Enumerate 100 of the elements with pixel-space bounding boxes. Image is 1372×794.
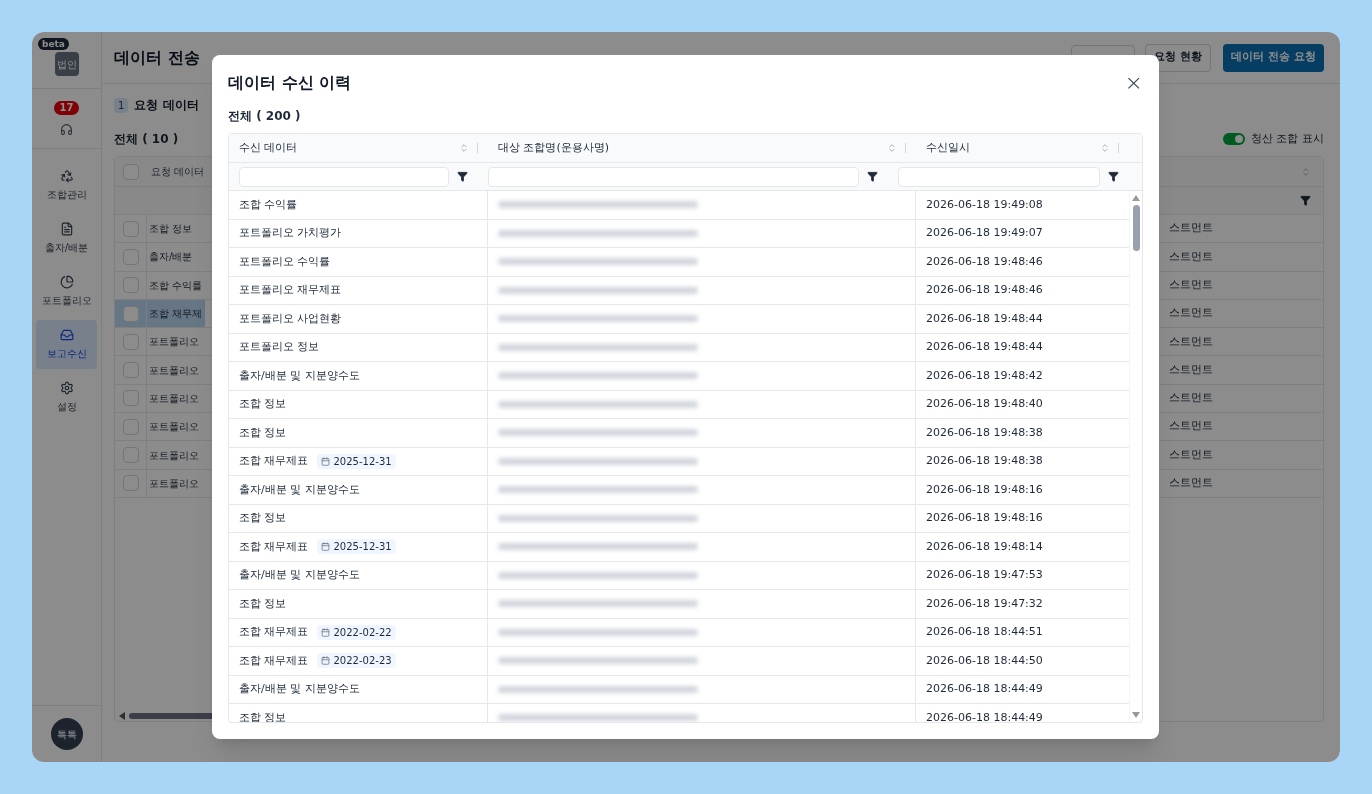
table-cell: 조합 재무제표	[239, 538, 309, 555]
filter-icon[interactable]	[1108, 171, 1119, 182]
table-cell: 스트먼트	[1169, 390, 1213, 407]
step-number: 1	[114, 97, 129, 113]
sidebar-item[interactable]: 설정	[36, 373, 97, 422]
table-cell: 2026-06-18 19:48:42	[926, 367, 1043, 384]
table-cell-text: 스트먼트	[1169, 277, 1213, 293]
checkbox[interactable]	[122, 390, 139, 407]
table-cell-text: 포트폴리오	[149, 391, 199, 406]
checkbox[interactable]	[122, 305, 139, 322]
table-cell: 스트먼트	[1169, 220, 1213, 237]
total-count: 전체 ( 200 )	[228, 108, 302, 125]
headset-icon[interactable]	[60, 123, 73, 136]
table-cell: 2026-06-18 19:47:32	[926, 595, 1043, 612]
table-cell-text: 출자/배분	[149, 250, 193, 265]
calendar-icon	[320, 456, 330, 466]
close-button[interactable]: ×	[1124, 72, 1143, 94]
checkbox[interactable]	[122, 277, 139, 294]
checkbox[interactable]	[122, 362, 139, 379]
scroll-down-icon[interactable]	[1132, 712, 1140, 718]
filter-field[interactable]	[487, 166, 859, 187]
checkbox[interactable]	[122, 447, 139, 463]
table-cell: 포트폴리오 사업현황	[239, 310, 342, 327]
calendar-icon	[320, 542, 330, 552]
checkbox[interactable]	[122, 248, 139, 265]
table-cell-text: 스트먼트	[1169, 248, 1213, 265]
table-cell-text: 포트폴리오	[149, 448, 199, 463]
table-cell: 2026-06-18 19:48:44	[926, 310, 1043, 327]
table-cell-text: 2026-06-18 19:48:38	[926, 453, 1043, 469]
date-tag: 2025-12-31	[316, 453, 396, 469]
filter-icon[interactable]	[867, 171, 878, 182]
table-cell-text: 포트폴리오 재무제표	[239, 282, 342, 298]
table-cell-text: 포트폴리오	[149, 476, 199, 491]
table-cell: 스트먼트	[1169, 305, 1213, 322]
table-cell: 출자/배분 및 지분양수도	[239, 481, 360, 498]
table-cell-text: 포트폴리오	[149, 420, 199, 435]
scroll-up-icon[interactable]	[1132, 195, 1140, 201]
table-cell-text: 스트먼트	[1169, 333, 1213, 350]
table-cell-text: 포트폴리오 가치평가	[239, 225, 342, 241]
table-cell: 조합 정보	[239, 709, 287, 722]
table-cell-text: 2026-06-18 18:44:51	[926, 624, 1043, 640]
table-cell-text: 조합 정보	[239, 396, 287, 412]
table-cell-text: 조합 수익률	[149, 278, 203, 293]
table-cell-text: 조합 정보	[239, 510, 287, 526]
checkbox[interactable]	[122, 418, 139, 435]
column-header: 수신 데이터	[239, 139, 298, 156]
table-cell-text: 스트먼트	[1169, 446, 1213, 463]
table-cell-text: 스트먼트	[1169, 361, 1213, 378]
column-header: 대상 조합명(운용사명)	[498, 139, 610, 156]
table-cell: 2026-06-18 18:44:49	[926, 709, 1043, 722]
table-cell: 2026-06-18 19:48:38	[926, 424, 1043, 441]
row-highlight[interactable]	[115, 299, 205, 328]
table-cell-text: 조합 재무제	[149, 307, 203, 322]
pie-chart-icon	[59, 275, 74, 289]
filter-field[interactable]	[898, 166, 1100, 187]
checkbox[interactable]	[123, 163, 139, 180]
table-cell-text: 2026-06-18 19:48:46	[926, 282, 1043, 298]
header-button[interactable]: 데이터 전송 요청	[1223, 43, 1324, 72]
table-cell-text: 2026-06-18 18:44:49	[926, 681, 1043, 697]
table-cell-text: 출자/배분 및 지분양수도	[239, 681, 360, 697]
table-cell: 조합 수익률	[239, 196, 298, 213]
table-cell-text: 출자/배분 및 지분양수도	[239, 567, 360, 583]
sidebar-item[interactable]: 조합관리	[36, 161, 97, 210]
table-cell-text: 2026-06-18 19:48:16	[926, 510, 1043, 526]
sidebar-item[interactable]: 포트폴리오	[36, 267, 97, 316]
column-header: 요청 데이터	[150, 165, 205, 179]
avatar[interactable]: 톡톡	[50, 718, 83, 750]
checkbox[interactable]	[122, 220, 139, 237]
scroll-left-icon[interactable]	[119, 712, 125, 720]
toggle-label: 청산 조합 표시	[1251, 130, 1324, 147]
sidebar-item[interactable]: 출자/배분	[36, 214, 97, 263]
sidebar-item[interactable]: 보고수신	[36, 320, 97, 369]
table-cell: 2026-06-18 19:48:14	[926, 538, 1043, 555]
table-cell: 2026-06-18 19:48:16	[926, 481, 1043, 498]
table-cell: 스트먼트	[1169, 418, 1213, 435]
table-cell-text: 2026-06-18 19:48:44	[926, 339, 1043, 355]
logo[interactable]: 법인	[54, 52, 79, 76]
table-cell-text: 포트폴리오 정보	[239, 339, 320, 355]
table-cell-text: 2026-06-18 19:48:40	[926, 396, 1043, 412]
checkbox[interactable]	[122, 475, 139, 492]
table-cell-text: 조합 정보	[149, 222, 193, 237]
sort-icon[interactable]	[459, 143, 469, 153]
table-cell: 2026-06-18 19:48:46	[926, 253, 1043, 270]
filter-icon[interactable]	[456, 171, 468, 182]
sort-icon[interactable]	[887, 143, 897, 153]
toggle-switch[interactable]	[1223, 133, 1245, 145]
sort-icon[interactable]	[1301, 166, 1311, 177]
table-cell: 스트먼트	[1169, 475, 1213, 492]
date-tag: 2025-12-31	[316, 539, 396, 555]
checkbox[interactable]	[122, 333, 139, 350]
calendar-icon	[320, 656, 330, 666]
total-count: 전체 ( 10 )	[114, 131, 179, 148]
notification-badge: 17	[53, 101, 80, 115]
table-cell-text: 조합 재무제표	[239, 624, 309, 640]
document-icon	[59, 222, 74, 236]
filter-field[interactable]	[239, 166, 449, 187]
table-cell-text: 포트폴리오	[149, 363, 199, 378]
vertical-scrollbar[interactable]	[1132, 205, 1140, 251]
sort-icon[interactable]	[1100, 143, 1110, 153]
calendar-icon	[320, 627, 330, 637]
